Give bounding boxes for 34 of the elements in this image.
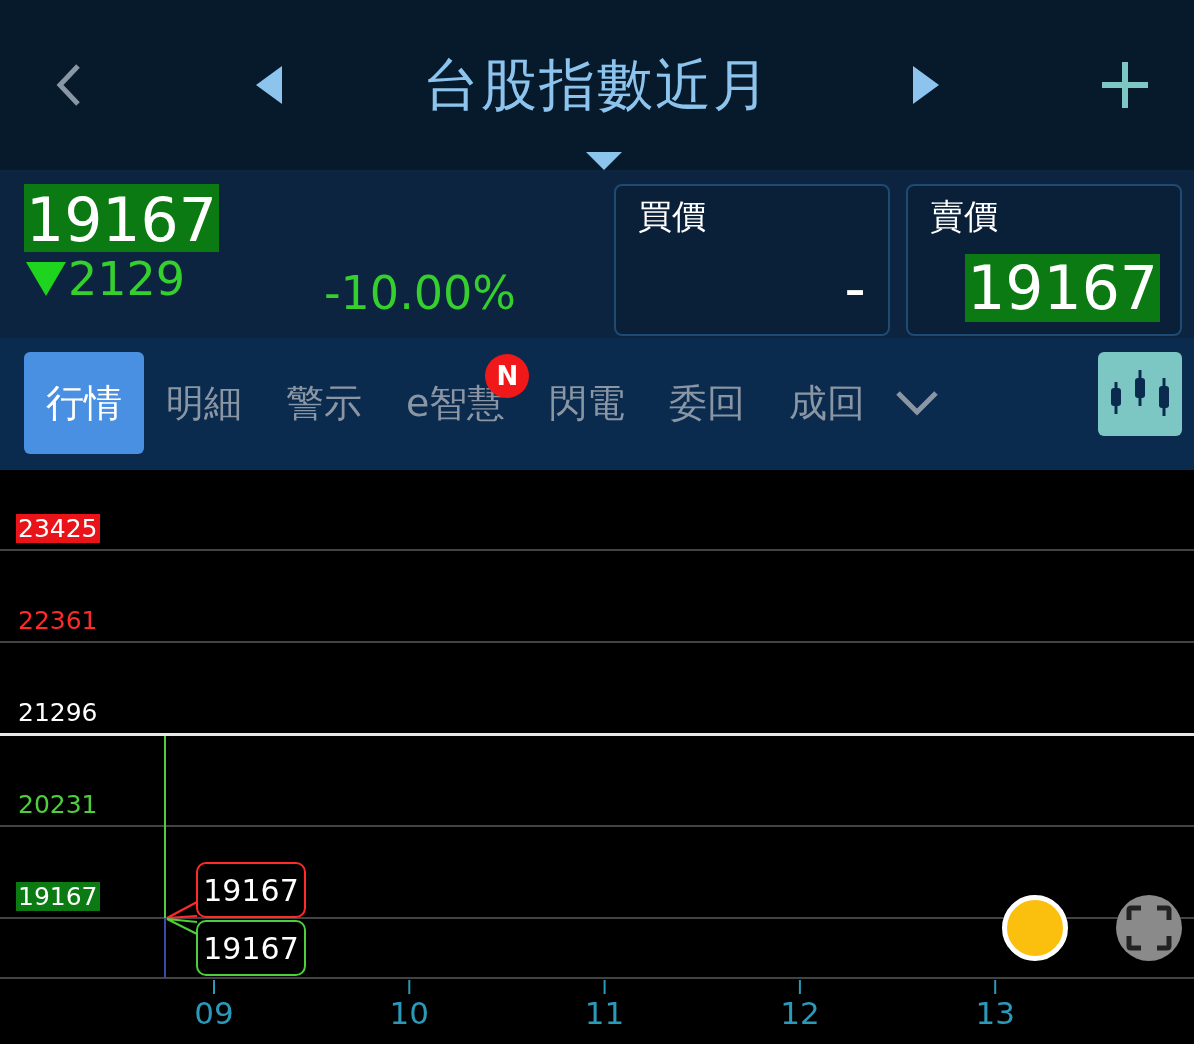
price-level-label: 20231 [17,790,99,819]
tab[interactable]: 明細 [144,352,264,454]
tab[interactable]: 委回 [647,352,768,454]
triangle-left-icon [255,66,282,104]
bid-label: 買價 [638,198,706,236]
callout-pointer [166,901,198,919]
time-axis-label: 09 [194,998,234,1029]
triangle-right-icon [912,66,939,104]
ask-value: 19167 [965,254,1160,322]
bid-value: - [843,254,867,322]
time-axis-label: 13 [975,998,1015,1029]
price-level-label: 19167 [16,882,100,911]
price-level-label: 23425 [16,514,100,543]
tab[interactable]: 行情 [24,352,144,454]
tab[interactable]: 成回 [767,352,888,454]
price-callout: 19167 [196,920,306,976]
price-callout: 19167 [196,862,306,918]
window-title[interactable]: 台股指數近月 [423,57,771,113]
tab[interactable]: 閃電 [527,352,648,454]
callout-pointer [166,918,198,935]
price-change: 2129 [68,256,186,302]
price-level-label: 22361 [17,606,99,635]
ask-label: 賣價 [930,198,998,236]
candlestick-chart-button[interactable] [1098,352,1182,436]
dropdown-triangle-icon[interactable] [586,152,622,170]
percent-change: -10.00% [324,266,516,320]
time-axis-label: 11 [584,998,625,1029]
price-level-label: 21296 [17,698,99,727]
last-price: 19167 [24,184,219,252]
time-axis-label: 10 [389,998,429,1029]
chevron-down-icon [895,390,940,416]
tab[interactable]: 警示 [264,352,384,454]
time-axis-label: 12 [780,998,820,1029]
plus-icon [1100,60,1150,110]
